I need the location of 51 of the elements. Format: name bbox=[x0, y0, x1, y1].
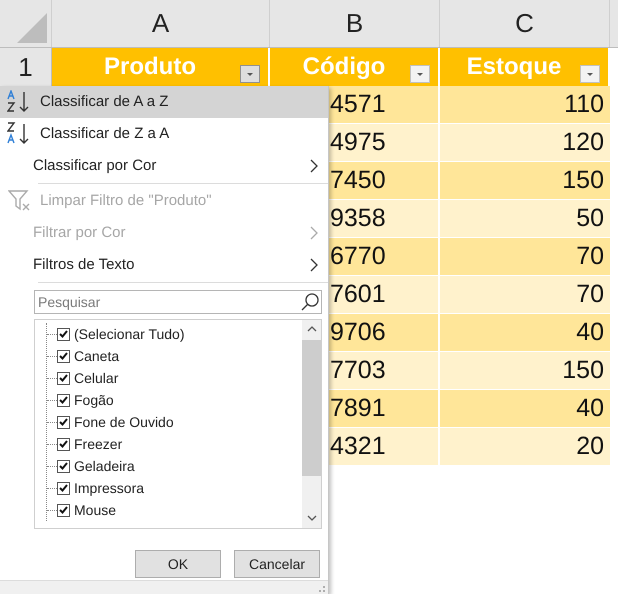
ok-button[interactable]: OK bbox=[135, 550, 221, 578]
clear-filter-icon bbox=[8, 190, 32, 212]
scrollbar[interactable] bbox=[302, 320, 321, 528]
checkbox-label: Geladeira bbox=[74, 456, 135, 476]
chevron-right-icon bbox=[310, 159, 318, 173]
checkbox-label: Fone de Ouvido bbox=[74, 412, 174, 432]
chevron-right-icon bbox=[310, 258, 318, 272]
table-cell: 110 bbox=[440, 86, 610, 124]
checkbox[interactable] bbox=[57, 438, 70, 450]
table-cell: 150 bbox=[440, 162, 610, 200]
table-cell: 70 bbox=[440, 238, 610, 276]
table-header-cell: Estoque bbox=[440, 48, 610, 86]
table-header-cell: Código bbox=[270, 48, 440, 86]
column-header[interactable]: B bbox=[346, 4, 364, 43]
checkbox[interactable] bbox=[57, 416, 70, 428]
checkbox[interactable] bbox=[57, 394, 70, 406]
table-cell: 120 bbox=[440, 124, 610, 162]
checkbox[interactable] bbox=[57, 482, 70, 494]
column-header[interactable]: C bbox=[515, 4, 534, 43]
resize-grip-icon[interactable] bbox=[318, 585, 326, 593]
checkbox[interactable] bbox=[57, 504, 70, 516]
search-field[interactable]: Pesquisar bbox=[34, 290, 322, 314]
table-cell: 40 bbox=[440, 390, 610, 428]
checkbox-label: Freezer bbox=[74, 434, 122, 454]
checkbox-label: Impressora bbox=[74, 478, 144, 498]
checkbox-label: (Selecionar Tudo) bbox=[74, 324, 185, 344]
checkbox-label: Celular bbox=[74, 368, 118, 388]
caret-icon bbox=[586, 72, 594, 76]
table-cell: 50 bbox=[440, 200, 610, 238]
cancel-button[interactable]: Cancelar bbox=[234, 550, 320, 578]
table-cell: 40 bbox=[440, 314, 610, 352]
table-cell: 70 bbox=[440, 276, 610, 314]
chevron-right-icon bbox=[310, 226, 318, 240]
column-header[interactable]: A bbox=[152, 4, 170, 43]
filter-dropdown-button[interactable] bbox=[240, 65, 260, 83]
checkbox[interactable] bbox=[57, 328, 70, 340]
search-icon bbox=[300, 292, 320, 312]
checkbox-label: Mouse bbox=[74, 500, 116, 520]
checkbox-label: Fogão bbox=[74, 390, 114, 410]
table-cell: 150 bbox=[440, 352, 610, 390]
caret-icon bbox=[416, 72, 424, 76]
checkbox[interactable] bbox=[57, 372, 70, 384]
table-header-cell: Produto bbox=[52, 48, 270, 86]
menu-item[interactable]: Classificar de A a Z bbox=[0, 86, 328, 118]
checkbox[interactable] bbox=[57, 460, 70, 472]
filter-dropdown-button[interactable] bbox=[410, 65, 430, 83]
filter-dropdown-button[interactable] bbox=[580, 65, 600, 83]
table-cell: 20 bbox=[440, 428, 610, 466]
checkbox[interactable] bbox=[57, 350, 70, 362]
checkbox-label: Caneta bbox=[74, 346, 120, 366]
caret-icon bbox=[246, 72, 254, 76]
